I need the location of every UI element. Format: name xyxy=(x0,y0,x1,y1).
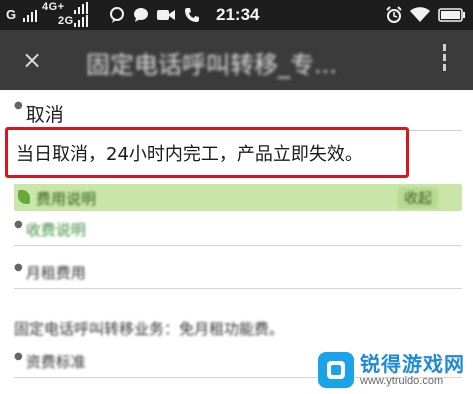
rate-standard-label: 资费标准 xyxy=(25,353,86,371)
title-bar: × 固定电话呼叫转移_专... xyxy=(0,30,473,90)
section-heading-cancel: ● 取消 xyxy=(14,100,64,127)
more-options-icon[interactable] xyxy=(443,44,447,74)
bullet-icon: ● xyxy=(14,262,23,273)
watermark-name: 锐得游戏网 xyxy=(360,352,465,376)
message-icon xyxy=(131,6,151,24)
carrier-label: G xyxy=(6,7,17,22)
watermark-url: www.ytruido.com xyxy=(360,375,444,387)
fee-section-label: 费用说明 xyxy=(36,190,97,208)
bullet-icon: ● xyxy=(14,100,23,111)
bullet-icon: ● xyxy=(14,351,23,362)
cancel-notice-text: 当日取消，24小时内完工，产品立即失效。 xyxy=(16,144,363,165)
rate-standard-heading: ● 资费标准 xyxy=(14,351,86,372)
monthly-fee-heading: ● 月租费用 xyxy=(14,262,86,283)
network-top-label: 4G+ xyxy=(42,1,65,13)
carrier-signal: G xyxy=(6,7,39,22)
video-icon xyxy=(155,6,177,24)
status-bar: G 4G+ 2G 21:34 xyxy=(0,0,473,30)
clock: 21:34 xyxy=(216,5,260,24)
close-icon[interactable]: × xyxy=(22,46,42,74)
fee-section-header[interactable]: 费用说明 收起 xyxy=(14,184,462,211)
highlighted-notice: 当日取消，24小时内完工，产品立即失效。 xyxy=(5,127,409,178)
wifi-icon xyxy=(409,6,431,24)
leaf-icon xyxy=(18,190,30,204)
content-area: ● 取消 当日取消，24小时内完工，产品立即失效。 费用说明 收起 ● 收费说明 ●… xyxy=(0,90,473,394)
watermark: 锐得游戏网 www.ytruido.com xyxy=(318,352,465,388)
bullet-icon: ● xyxy=(14,219,23,230)
fee-link-label: 收费说明 xyxy=(25,221,86,239)
battery-icon xyxy=(437,6,467,24)
divider xyxy=(14,245,462,246)
fee-description-link[interactable]: ● 收费说明 xyxy=(14,219,86,240)
collapse-button[interactable]: 收起 xyxy=(398,187,438,209)
watermark-logo-icon xyxy=(318,352,354,388)
divider xyxy=(14,288,462,289)
signal-icon xyxy=(21,10,39,22)
page-title: 固定电话呼叫转移_专... xyxy=(86,51,337,79)
phone-icon xyxy=(182,6,202,24)
signal-icon xyxy=(72,2,90,14)
monthly-fee-description: 固定电话呼叫转移业务：免月租功能费。 xyxy=(14,320,285,338)
alarm-icon xyxy=(384,6,404,24)
heading-label: 取消 xyxy=(25,104,64,126)
chat-bubble-icon xyxy=(107,6,127,24)
monthly-fee-label: 月租费用 xyxy=(25,264,86,282)
signal-icon xyxy=(72,15,90,27)
